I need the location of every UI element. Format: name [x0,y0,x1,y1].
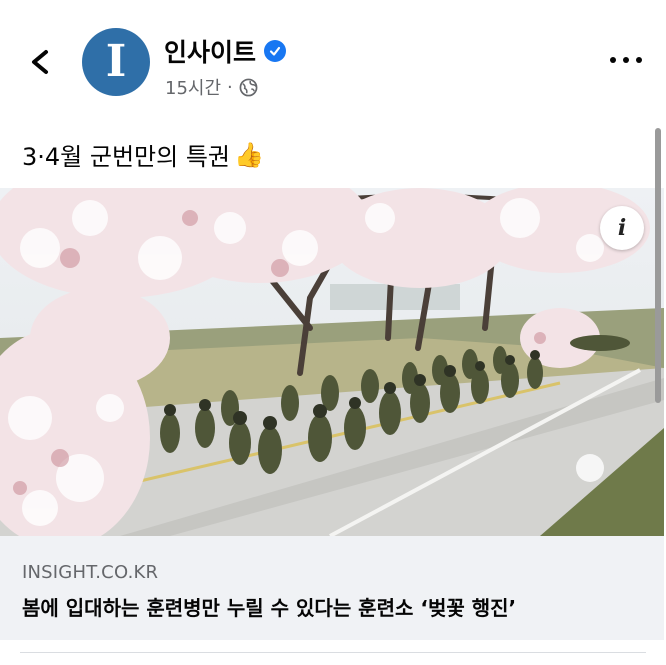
back-arrow-icon[interactable] [26,44,54,80]
post-meta: 15시간 · [165,74,258,100]
globe-icon [239,78,258,96]
post-header: I 인사이트 15시간 · [0,0,666,120]
page-name[interactable]: 인사이트 [164,33,256,69]
scrollbar[interactable] [655,128,661,403]
thumbs-up-emoji-icon: 👍 [234,140,264,169]
link-preview[interactable]: INSIGHT.CO.KR 봄에 입대하는 훈련병만 누릴 수 있다는 훈련소 … [0,536,664,640]
post-caption: 3·4월 군번만의 특권 👍 [22,137,264,172]
post-caption-text: 3·4월 군번만의 특권 [22,143,230,171]
info-icon: i [617,215,627,241]
more-dot [623,57,629,63]
link-domain: INSIGHT.CO.KR [22,562,159,583]
avatar-letter: I [105,36,127,87]
link-headline: 봄에 입대하는 훈련병만 누릴 수 있다는 훈련소 ‘벚꽃 행진’ [22,596,517,620]
verified-badge-icon [264,40,287,62]
meta-separator: · [227,76,233,98]
page-avatar[interactable]: I [82,28,150,96]
cherry-blossom-march-image [0,188,664,536]
post-photo[interactable] [0,188,664,536]
more-dot [610,57,616,63]
page-name-row: 인사이트 [164,33,287,69]
more-options-button[interactable] [606,48,646,72]
image-info-button[interactable]: i [600,206,644,250]
divider [20,652,646,653]
post-timestamp[interactable]: 15시간 [165,74,221,100]
more-dot [636,57,642,63]
